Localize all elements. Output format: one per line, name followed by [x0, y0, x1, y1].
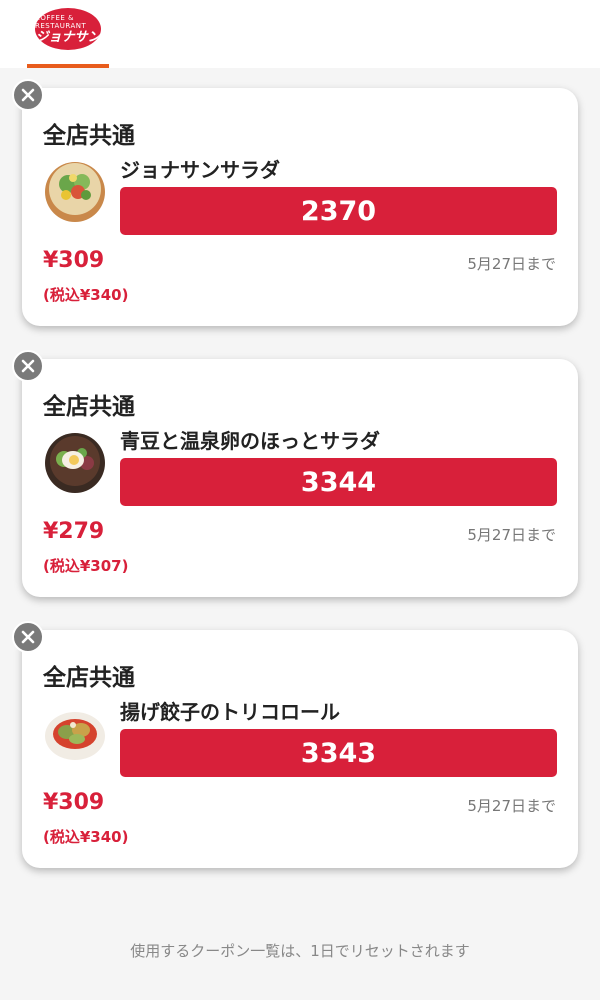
- active-tab-indicator: [27, 64, 109, 68]
- logo-main-text: ジョナサン: [35, 30, 101, 45]
- close-icon: [21, 630, 35, 644]
- coupon-code: 3343: [120, 729, 557, 777]
- coupon-code: 3344: [120, 458, 557, 506]
- close-icon: [21, 88, 35, 102]
- coupon-card[interactable]: 全店共通 揚げ餃子のトリコロール 3343 ¥309 (税込¥340) 5月27…: [22, 630, 578, 868]
- fried-gyoza-plate-icon: [42, 700, 108, 766]
- egg-salad-bowl-icon: [42, 429, 108, 495]
- coupon-scope-title: 全店共通: [43, 394, 135, 420]
- remove-coupon-button[interactable]: [12, 350, 44, 382]
- brand-logo[interactable]: COFFEE & RESTAURANT ジョナサン: [35, 8, 101, 50]
- coupon-expiry: 5月27日まで: [467, 526, 556, 544]
- close-icon: [21, 359, 35, 373]
- reset-notice: 使用するクーポン一覧は、1日でリセットされます: [130, 942, 470, 960]
- coupon-scope-title: 全店共通: [43, 123, 135, 149]
- coupon-price: ¥309: [43, 248, 105, 273]
- coupon-item-name: 青豆と温泉卵のほっとサラダ: [120, 429, 380, 453]
- coupon-card[interactable]: 全店共通 ジョナサンサラダ 2370 ¥309 (税込¥340) 5月27日まで: [22, 88, 578, 326]
- coupon-price-tax-included: (税込¥340): [43, 286, 129, 304]
- coupon-price-tax-included: (税込¥307): [43, 557, 129, 575]
- coupon-item-name: 揚げ餃子のトリコロール: [120, 700, 340, 724]
- coupon-price: ¥279: [43, 519, 105, 544]
- coupon-price: ¥309: [43, 790, 105, 815]
- coupon-code: 2370: [120, 187, 557, 235]
- remove-coupon-button[interactable]: [12, 621, 44, 653]
- remove-coupon-button[interactable]: [12, 79, 44, 111]
- salad-bowl-icon: [42, 158, 108, 224]
- logo-top-text: COFFEE & RESTAURANT: [35, 14, 87, 30]
- coupon-scope-title: 全店共通: [43, 665, 135, 691]
- coupon-price-tax-included: (税込¥340): [43, 828, 129, 846]
- coupon-expiry: 5月27日まで: [467, 255, 556, 273]
- coupon-card[interactable]: 全店共通 青豆と温泉卵のほっとサラダ 3344 ¥279 (税込¥307) 5月…: [22, 359, 578, 597]
- coupon-expiry: 5月27日まで: [467, 797, 556, 815]
- app-header: COFFEE & RESTAURANT ジョナサン: [0, 0, 600, 68]
- coupon-item-name: ジョナサンサラダ: [120, 158, 280, 182]
